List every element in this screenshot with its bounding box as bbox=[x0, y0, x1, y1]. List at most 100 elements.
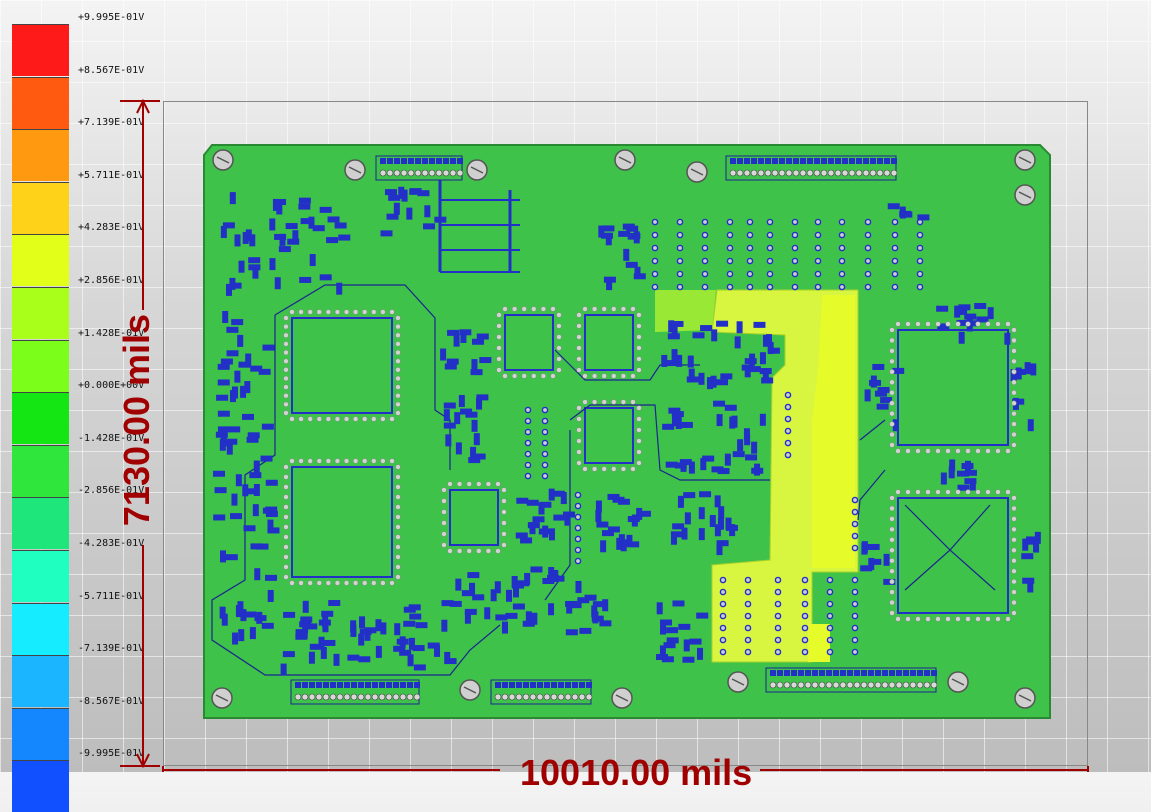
dip-pin bbox=[651, 283, 659, 291]
header-pin bbox=[881, 681, 889, 689]
ic-pin bbox=[955, 321, 961, 327]
ic-pin bbox=[889, 421, 895, 427]
ic-pin bbox=[283, 494, 289, 500]
header-pin bbox=[771, 169, 779, 177]
header-pad bbox=[316, 682, 322, 688]
header-pin bbox=[571, 693, 579, 701]
smd-pad bbox=[231, 319, 244, 326]
ic-pin bbox=[521, 306, 527, 312]
dip-pin bbox=[541, 472, 549, 480]
dip-pin bbox=[916, 257, 924, 265]
header-pad bbox=[751, 158, 757, 164]
dip-pin bbox=[774, 648, 782, 656]
smd-pad bbox=[599, 620, 612, 627]
ic-pin bbox=[352, 309, 359, 315]
smd-pad bbox=[265, 479, 278, 486]
dip-pin bbox=[541, 428, 549, 436]
ic-pin bbox=[1011, 390, 1017, 396]
ic-pin bbox=[556, 323, 562, 329]
dip-pin bbox=[701, 244, 709, 252]
smd-pad bbox=[661, 656, 674, 663]
header-pad bbox=[884, 158, 890, 164]
smd-pad bbox=[671, 323, 678, 336]
smd-pad bbox=[217, 410, 230, 417]
ic-pin bbox=[395, 494, 401, 500]
ic-pin bbox=[955, 489, 961, 495]
smd-pad bbox=[328, 600, 341, 607]
ic-pin bbox=[395, 358, 401, 364]
smd-pad bbox=[716, 540, 729, 547]
smd-pad bbox=[229, 282, 242, 289]
header-pin bbox=[846, 681, 854, 689]
dip-pin bbox=[851, 520, 859, 528]
ic-pin bbox=[889, 537, 895, 543]
smd-pad bbox=[359, 628, 372, 635]
smd-pad bbox=[736, 321, 743, 334]
dip-pin bbox=[766, 244, 774, 252]
smd-pad bbox=[323, 639, 336, 646]
ic-pin bbox=[620, 373, 627, 379]
header-pin bbox=[501, 693, 509, 701]
ic-pin bbox=[630, 306, 636, 312]
ic-pin bbox=[1011, 578, 1017, 585]
ic-pin bbox=[395, 341, 401, 347]
header-pin bbox=[848, 169, 856, 177]
header-pin bbox=[414, 169, 422, 177]
header-pad bbox=[509, 682, 515, 688]
smd-pad bbox=[237, 334, 244, 347]
ic-pin bbox=[334, 416, 341, 422]
ic-pin bbox=[485, 481, 492, 487]
header-pin bbox=[818, 681, 826, 689]
ic-pin bbox=[496, 356, 502, 362]
smd-pad bbox=[1022, 577, 1035, 584]
smd-pad bbox=[682, 656, 695, 663]
smd-pad bbox=[250, 543, 263, 550]
ic-pin bbox=[985, 616, 991, 622]
smd-pad bbox=[548, 603, 555, 616]
smd-pad bbox=[453, 334, 460, 347]
dip-pin bbox=[826, 648, 834, 656]
smd-pad bbox=[672, 523, 685, 530]
smd-pad bbox=[305, 623, 318, 630]
ic-pin bbox=[395, 534, 401, 540]
smd-pad bbox=[759, 368, 772, 375]
header-pad bbox=[786, 158, 792, 164]
dip-pin bbox=[676, 257, 684, 265]
ic-pin bbox=[501, 498, 507, 504]
ic-pin bbox=[636, 345, 642, 351]
dip-pin bbox=[814, 270, 822, 278]
header-pin bbox=[841, 169, 849, 177]
ic-pin bbox=[1011, 358, 1017, 365]
header-pin bbox=[508, 693, 516, 701]
smd-pad bbox=[427, 642, 440, 649]
ic-pin bbox=[283, 544, 289, 550]
ic-pin bbox=[576, 438, 582, 444]
smd-pad bbox=[761, 377, 774, 384]
header-pad bbox=[387, 158, 393, 164]
ic-pin bbox=[925, 448, 931, 454]
dip-pin bbox=[851, 508, 859, 516]
ic-pin bbox=[636, 312, 642, 318]
dip-pin bbox=[851, 648, 859, 656]
smd-pad bbox=[267, 589, 274, 602]
header-pad bbox=[826, 670, 832, 676]
ic-pin bbox=[395, 349, 401, 356]
smd-pad bbox=[591, 605, 598, 618]
dip-pin bbox=[916, 270, 924, 278]
header-pad bbox=[380, 158, 386, 164]
header-pin bbox=[428, 169, 436, 177]
header-pin bbox=[578, 693, 586, 701]
dip-pin bbox=[801, 600, 809, 608]
ic-pin bbox=[283, 464, 289, 470]
ic-pin bbox=[915, 448, 921, 454]
smd-pad bbox=[394, 623, 401, 636]
ic-pin bbox=[307, 309, 313, 315]
smd-pad bbox=[238, 260, 245, 273]
smd-pad bbox=[687, 355, 694, 368]
smd-pad bbox=[656, 602, 663, 615]
header-pad bbox=[737, 158, 743, 164]
smd-pad bbox=[299, 276, 312, 283]
dip-pin bbox=[676, 283, 684, 291]
ic-pin bbox=[343, 416, 350, 422]
pcb-plot[interactable] bbox=[0, 0, 1151, 772]
